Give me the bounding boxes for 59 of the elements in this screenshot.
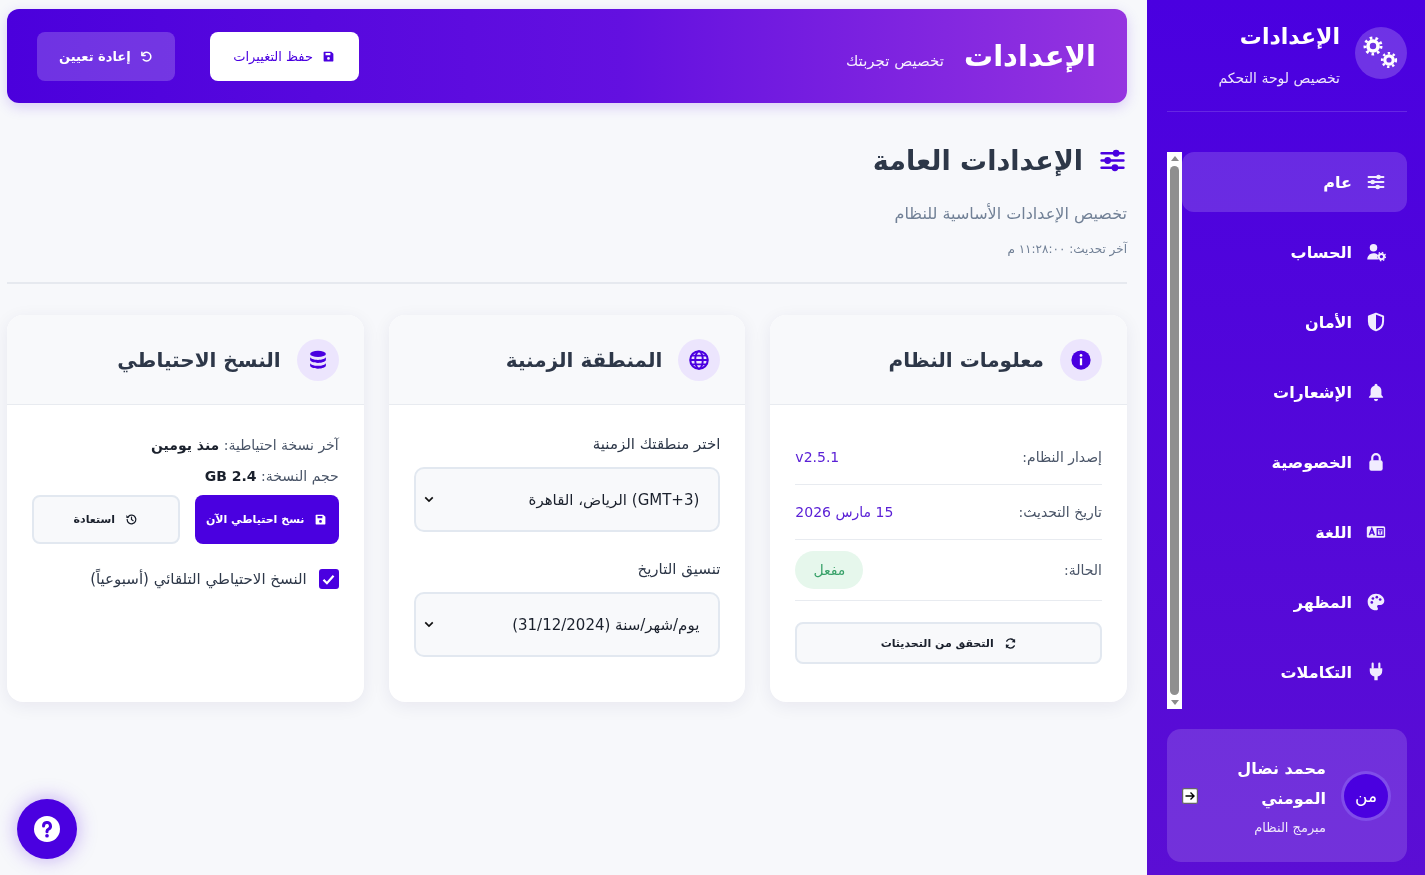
page-title: الإعدادات — [964, 39, 1096, 73]
sliders-icon — [1366, 172, 1386, 192]
info-label: إصدار النظام: — [1022, 448, 1102, 468]
nav-item[interactable]: الحساب — [1182, 222, 1407, 282]
nav-item[interactable]: المظهر — [1182, 572, 1407, 632]
scrollbar[interactable] — [1167, 152, 1182, 709]
nav-item[interactable]: الإشعارات — [1182, 362, 1407, 422]
restore-button[interactable]: استعادة — [32, 495, 180, 544]
user-role: مبرمج النظام — [1254, 818, 1326, 837]
lock-icon — [1366, 452, 1386, 472]
sidebar-title: الإعدادات — [1239, 23, 1340, 51]
sidebar-subtitle: تخصيص لوحة التحكم — [1218, 69, 1340, 88]
globe-icon — [678, 338, 721, 381]
nav-item[interactable]: اللغة — [1182, 502, 1407, 562]
select-field[interactable]: يوم/شهر/سنة (31/12/2024) — [413, 592, 721, 657]
nav-item[interactable]: الأمان — [1182, 292, 1407, 352]
section-subtitle: تخصيص الإعدادات الأساسية للنظام — [893, 202, 1127, 226]
palette-icon — [1366, 592, 1386, 612]
save-button[interactable]: حفظ التغييرات — [209, 31, 359, 81]
gears-icon — [1355, 27, 1407, 79]
user-gear-icon — [1366, 242, 1386, 262]
shield-icon — [1366, 312, 1386, 332]
info-value: 15 مارس 2026 — [795, 503, 894, 523]
select-field[interactable]: (GMT+3) الرياض، القاهرة — [413, 467, 721, 532]
bell-icon — [1366, 382, 1386, 402]
check-icon — [322, 573, 336, 585]
avatar: من — [1341, 770, 1391, 821]
section-title: الإعدادات العامة — [872, 144, 1083, 176]
nav-item[interactable]: عام — [1182, 152, 1407, 212]
last-updated: آخر تحديث: ١١:٢٨:٠٠ م — [1006, 240, 1127, 259]
chevron-down-icon — [423, 621, 434, 628]
nav-item[interactable]: الخصوصية — [1182, 432, 1407, 492]
info-value: v2.5.1 — [795, 448, 840, 467]
field-label: اختر منطقتك الزمنية — [591, 434, 721, 455]
undo-icon — [139, 49, 153, 63]
history-icon — [125, 513, 139, 526]
field-label: تنسيق التاريخ — [636, 559, 721, 580]
question-icon — [34, 816, 60, 842]
nav-item[interactable]: التكاملات — [1182, 642, 1407, 702]
card-title: المنطقة الزمنية — [505, 347, 663, 372]
checkbox[interactable] — [318, 569, 339, 589]
page-subtitle: تخصيص تجربتك — [845, 52, 944, 70]
user-name: محمد نضال المومني — [1236, 757, 1326, 811]
database-icon — [296, 338, 339, 381]
info-label: تاريخ التحديث: — [1018, 503, 1102, 523]
card-title: معلومات النظام — [888, 347, 1044, 372]
check-updates-button[interactable]: التحقق من التحديثات — [795, 622, 1102, 664]
info-icon — [1060, 338, 1102, 381]
backup-info: آخر نسخة احتياطية: منذ يومين — [149, 436, 339, 456]
card-title: النسخ الاحتياطي — [117, 347, 281, 372]
chevron-down-icon — [423, 496, 434, 503]
backup-now-button[interactable]: نسخ احتياطي الآن — [194, 495, 339, 544]
refresh-icon — [1003, 636, 1017, 650]
arrow-box-icon[interactable] — [1182, 787, 1198, 804]
help-button[interactable] — [17, 799, 77, 859]
status-badge: مفعل — [795, 551, 864, 589]
reset-button[interactable]: إعادة تعيين — [37, 31, 175, 81]
info-label: الحالة: — [1064, 561, 1102, 580]
checkbox-label: النسخ الاحتياطي التلقائي (أسبوعياً) — [90, 570, 307, 588]
